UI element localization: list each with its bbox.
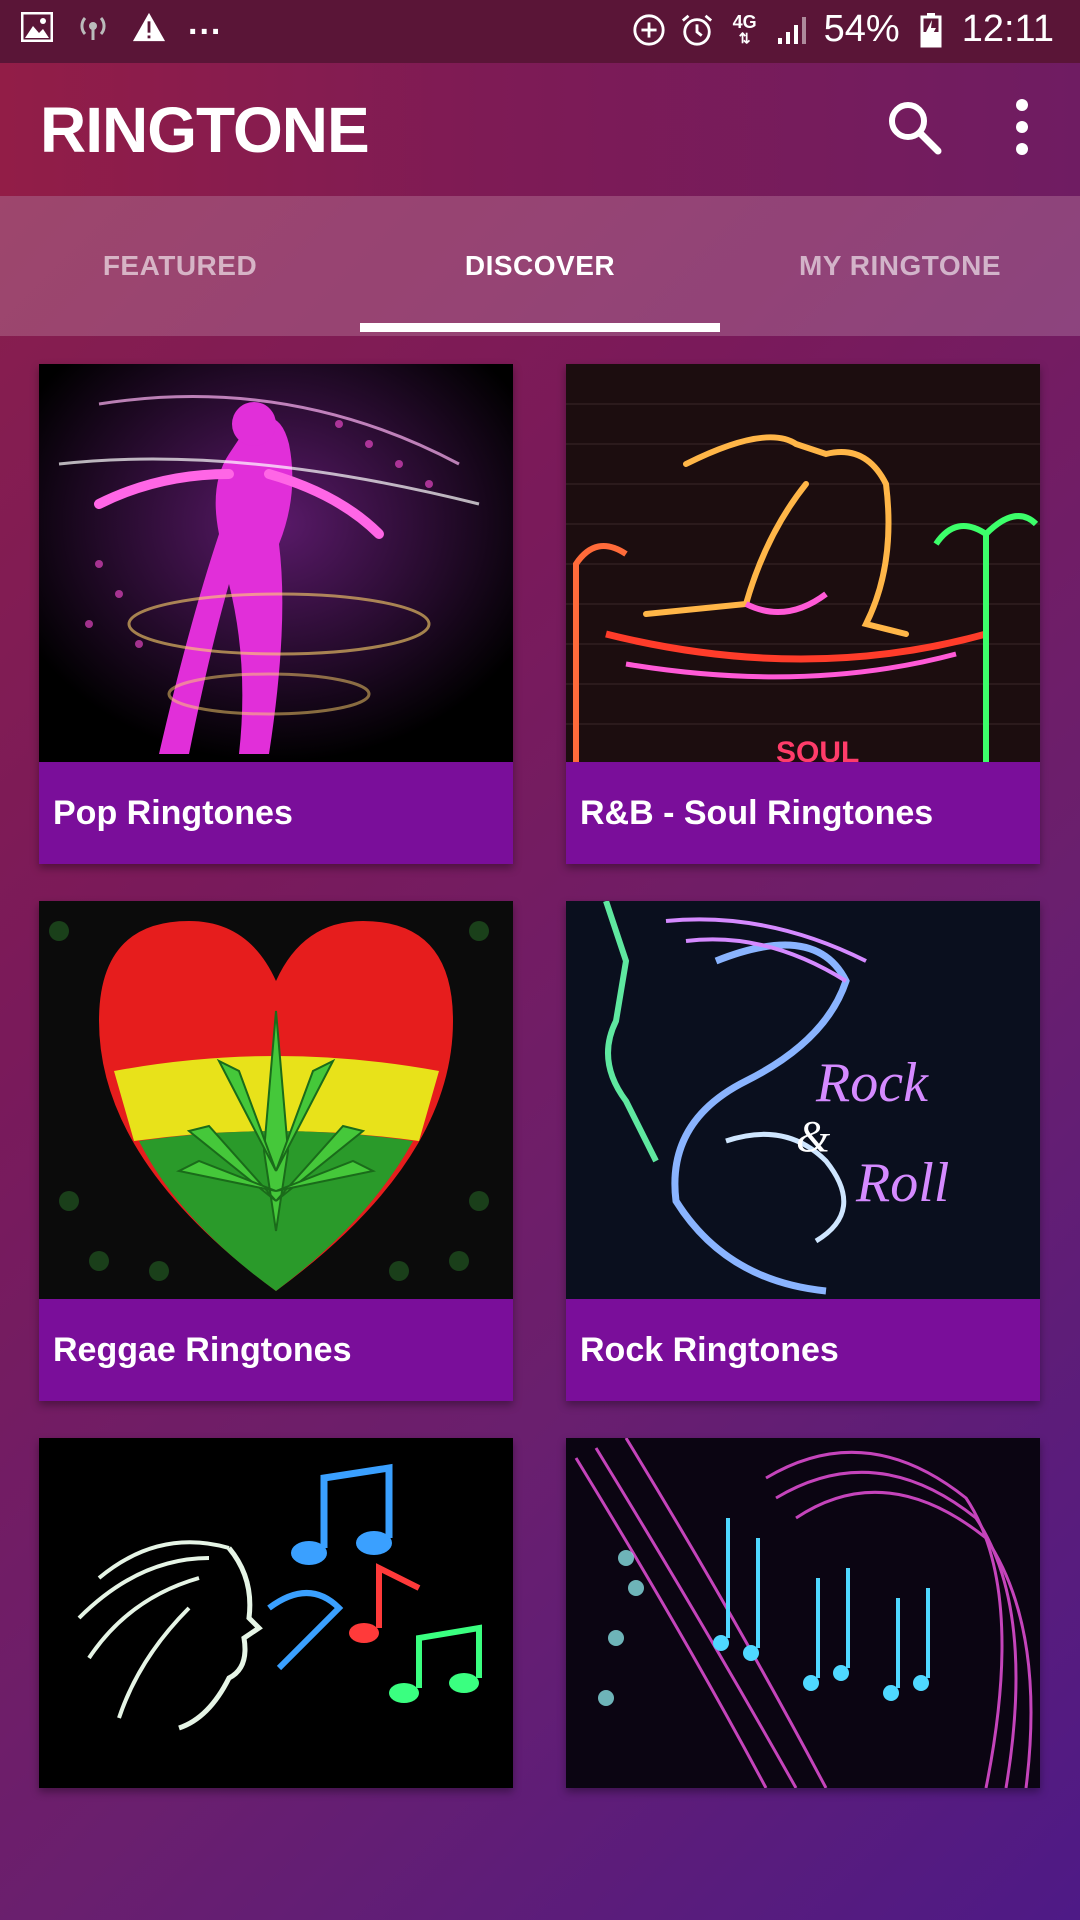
search-icon bbox=[889, 102, 942, 155]
warning-icon bbox=[132, 10, 166, 44]
rock-thumbnail: Rock & Roll bbox=[566, 901, 1040, 1299]
search-button[interactable] bbox=[882, 95, 946, 159]
app-title: RINGTONE bbox=[40, 94, 370, 166]
tab-featured[interactable]: FEATURED bbox=[0, 196, 360, 336]
more-vert-icon bbox=[1016, 99, 1028, 155]
ampersand-neon-text: & bbox=[796, 1112, 831, 1161]
data-saver-icon bbox=[632, 13, 666, 47]
category-label: R&B - Soul Ringtones bbox=[566, 762, 1040, 864]
overflow-menu-button[interactable] bbox=[1000, 95, 1044, 159]
neon-notes-thumbnail bbox=[566, 1438, 1040, 1788]
tab-discover[interactable]: DISCOVER bbox=[360, 196, 720, 336]
image-icon bbox=[20, 10, 54, 44]
category-card-5[interactable] bbox=[39, 1438, 513, 1788]
more-notifications: ... bbox=[188, 3, 223, 42]
battery-percent: 54% bbox=[823, 8, 900, 50]
music-face-thumbnail bbox=[39, 1438, 513, 1788]
battery-charging-icon bbox=[914, 12, 948, 47]
tab-my-ringtone[interactable]: MY RINGTONE bbox=[720, 196, 1080, 336]
rock-neon-text: Rock bbox=[815, 1052, 929, 1114]
status-left: ... bbox=[20, 4, 222, 44]
status-bar: ... 4G ⇅ 54% 12:11 bbox=[0, 0, 1080, 63]
clock: 12:11 bbox=[961, 8, 1054, 50]
app-bar: RINGTONE bbox=[0, 63, 1080, 196]
category-card-rock[interactable]: Rock & Roll Rock Ringtones bbox=[566, 901, 1040, 1401]
category-label: Rock Ringtones bbox=[566, 1299, 1040, 1401]
data-arrows-icon: ⇅ bbox=[738, 29, 751, 46]
status-right: 4G ⇅ 54% 12:11 bbox=[632, 8, 1054, 51]
roll-neon-text: Roll bbox=[855, 1152, 949, 1214]
category-card-pop[interactable]: Pop Ringtones bbox=[39, 364, 513, 864]
hotspot-icon bbox=[76, 10, 110, 44]
category-label: Reggae Ringtones bbox=[39, 1299, 513, 1401]
signal-icon bbox=[776, 13, 810, 47]
pop-thumbnail bbox=[39, 364, 513, 762]
category-card-reggae[interactable]: Reggae Ringtones bbox=[39, 901, 513, 1401]
rnb-soul-thumbnail: SOUL bbox=[566, 364, 1040, 762]
soul-neon-text: SOUL bbox=[776, 736, 859, 762]
tab-bar: FEATURED DISCOVER MY RINGTONE bbox=[0, 196, 1080, 336]
alarm-icon bbox=[680, 13, 714, 47]
network-type: 4G ⇅ bbox=[728, 13, 762, 47]
tab-indicator bbox=[360, 323, 720, 332]
reggae-thumbnail bbox=[39, 901, 513, 1299]
category-card-rnb-soul[interactable]: SOUL R&B - Soul Ringtones bbox=[566, 364, 1040, 864]
category-label: Pop Ringtones bbox=[39, 762, 513, 864]
network-type-label: 4G bbox=[732, 11, 757, 32]
category-card-6[interactable] bbox=[566, 1438, 1040, 1788]
